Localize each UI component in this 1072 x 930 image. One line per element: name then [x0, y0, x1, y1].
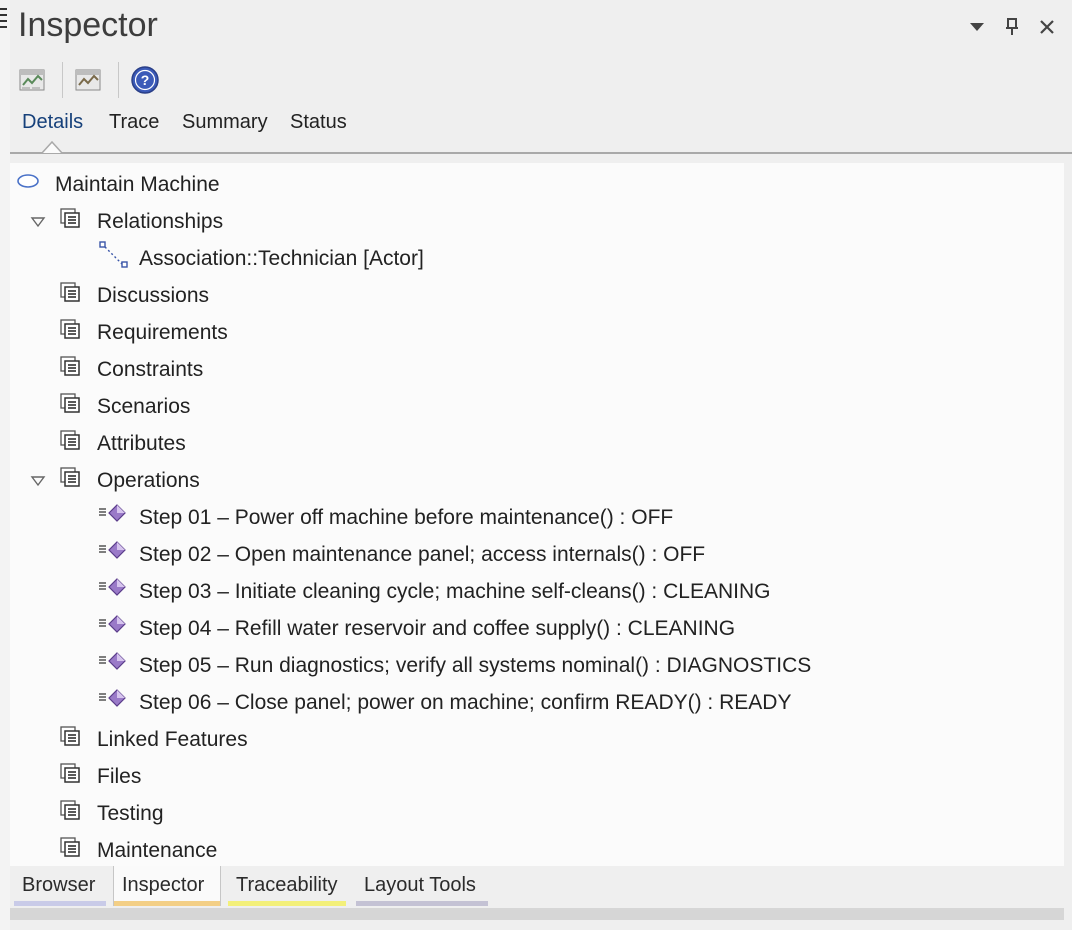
- category-icon: [60, 763, 80, 783]
- operation-item[interactable]: Step 02 – Open maintenance panel; access…: [10, 536, 1064, 573]
- inspector-panel: Inspector ? Details Trace Summary Status…: [10, 0, 1072, 930]
- operation-item[interactable]: Step 03 – Initiate cleaning cycle; machi…: [10, 573, 1064, 610]
- operation-label: Step 02 – Open maintenance panel; access…: [139, 543, 706, 566]
- node-label: Files: [97, 765, 142, 788]
- tab-color-strip: [356, 901, 488, 906]
- tab-browser[interactable]: Browser: [14, 866, 106, 906]
- operation-item[interactable]: Step 04 – Refill water reservoir and cof…: [10, 610, 1064, 647]
- docking-edge: [0, 0, 10, 930]
- grip-icon: [0, 8, 7, 30]
- node-label: Constraints: [97, 358, 204, 381]
- expanded-icon[interactable]: [30, 215, 46, 229]
- panel-title: Inspector: [18, 6, 158, 44]
- category-icon: [60, 208, 80, 228]
- node-label: Operations: [97, 469, 200, 492]
- tab-layout-tools[interactable]: Layout Tools: [356, 866, 488, 906]
- node-label: Scenarios: [97, 395, 191, 418]
- operation-icon: [99, 541, 126, 559]
- node-label: Maintenance: [97, 839, 218, 862]
- tree-item-association[interactable]: Association::Technician [Actor]: [10, 240, 1064, 277]
- tab-color-strip: [14, 901, 106, 906]
- tree-node-operations[interactable]: Operations: [10, 462, 1064, 499]
- category-icon: [60, 800, 80, 820]
- tab-status[interactable]: Status: [290, 111, 347, 134]
- category-icon: [60, 837, 80, 857]
- tree-node-discussions[interactable]: Discussions: [10, 277, 1064, 314]
- help-icon[interactable]: ?: [128, 63, 162, 97]
- detail-tabs: Details Trace Summary Status: [10, 104, 1072, 154]
- tree-node-requirements[interactable]: Requirements: [10, 314, 1064, 351]
- category-icon: [60, 726, 80, 746]
- svg-text:?: ?: [141, 72, 150, 88]
- tree-node-relationships[interactable]: Relationships: [10, 203, 1064, 240]
- node-label: Relationships: [97, 210, 224, 233]
- use-case-icon: [17, 174, 39, 188]
- operation-label: Step 01 – Power off machine before maint…: [139, 506, 674, 529]
- toolbar: ?: [10, 58, 1072, 102]
- tree-node-scenarios[interactable]: Scenarios: [10, 388, 1064, 425]
- operation-icon: [99, 689, 126, 707]
- tab-divider: [10, 152, 1072, 154]
- node-label: Attributes: [97, 432, 186, 455]
- tab-label: Traceability: [236, 874, 338, 896]
- element-properties-icon[interactable]: [72, 63, 106, 97]
- operation-icon: [99, 578, 126, 596]
- operation-label: Step 04 – Refill water reservoir and cof…: [139, 617, 736, 640]
- tree-root[interactable]: Maintain Machine: [10, 166, 1064, 203]
- operation-item[interactable]: Step 05 – Run diagnostics; verify all sy…: [10, 647, 1064, 684]
- tree-node-maintenance[interactable]: Maintenance: [10, 832, 1064, 866]
- node-label: Discussions: [97, 284, 210, 307]
- tab-color-strip: [114, 901, 220, 906]
- relationship-label: Association::Technician [Actor]: [139, 247, 424, 270]
- tree-node-constraints[interactable]: Constraints: [10, 351, 1064, 388]
- tab-trace[interactable]: Trace: [109, 111, 159, 134]
- operation-item[interactable]: Step 01 – Power off machine before maint…: [10, 499, 1064, 536]
- node-label: Linked Features: [97, 728, 248, 751]
- active-tab-indicator: [42, 140, 62, 153]
- tab-label: Inspector: [122, 874, 205, 896]
- operation-label: Step 06 – Close panel; power on machine;…: [139, 691, 792, 714]
- tab-inspector[interactable]: Inspector: [113, 866, 221, 906]
- tree-node-linked-features[interactable]: Linked Features: [10, 721, 1064, 758]
- category-icon: [60, 430, 80, 450]
- operation-label: Step 05 – Run diagnostics; verify all sy…: [139, 654, 812, 677]
- close-icon[interactable]: [1034, 14, 1060, 40]
- root-label: Maintain Machine: [55, 173, 220, 196]
- tab-label: Layout Tools: [364, 874, 476, 896]
- category-icon: [60, 467, 80, 487]
- tab-label: Browser: [22, 874, 96, 896]
- tab-summary[interactable]: Summary: [182, 111, 268, 134]
- tree-node-testing[interactable]: Testing: [10, 795, 1064, 832]
- details-tree: Maintain Machine Relationships Associati…: [10, 163, 1064, 866]
- category-icon: [60, 356, 80, 376]
- operation-icon: [99, 652, 126, 670]
- tab-traceability[interactable]: Traceability: [228, 866, 346, 906]
- tab-details[interactable]: Details: [22, 111, 83, 134]
- title-bar: Inspector: [10, 0, 1072, 56]
- chevron-down-icon[interactable]: [964, 14, 990, 40]
- category-icon: [60, 282, 80, 302]
- properties-icon[interactable]: [16, 63, 50, 97]
- window-tabs: Browser Inspector Traceability Layout To…: [10, 866, 1072, 910]
- association-icon: [99, 241, 128, 268]
- tree-node-files[interactable]: Files: [10, 758, 1064, 795]
- node-label: Testing: [97, 802, 164, 825]
- operation-item[interactable]: Step 06 – Close panel; power on machine;…: [10, 684, 1064, 721]
- tree-node-attributes[interactable]: Attributes: [10, 425, 1064, 462]
- operation-icon: [99, 504, 126, 522]
- node-label: Requirements: [97, 321, 228, 344]
- horizontal-scrollbar[interactable]: [10, 908, 1064, 920]
- tab-color-strip: [228, 901, 346, 906]
- expanded-icon[interactable]: [30, 474, 46, 488]
- operation-label: Step 03 – Initiate cleaning cycle; machi…: [139, 580, 771, 603]
- category-icon: [60, 393, 80, 413]
- category-icon: [60, 319, 80, 339]
- pin-icon[interactable]: [999, 14, 1025, 40]
- operation-icon: [99, 615, 126, 633]
